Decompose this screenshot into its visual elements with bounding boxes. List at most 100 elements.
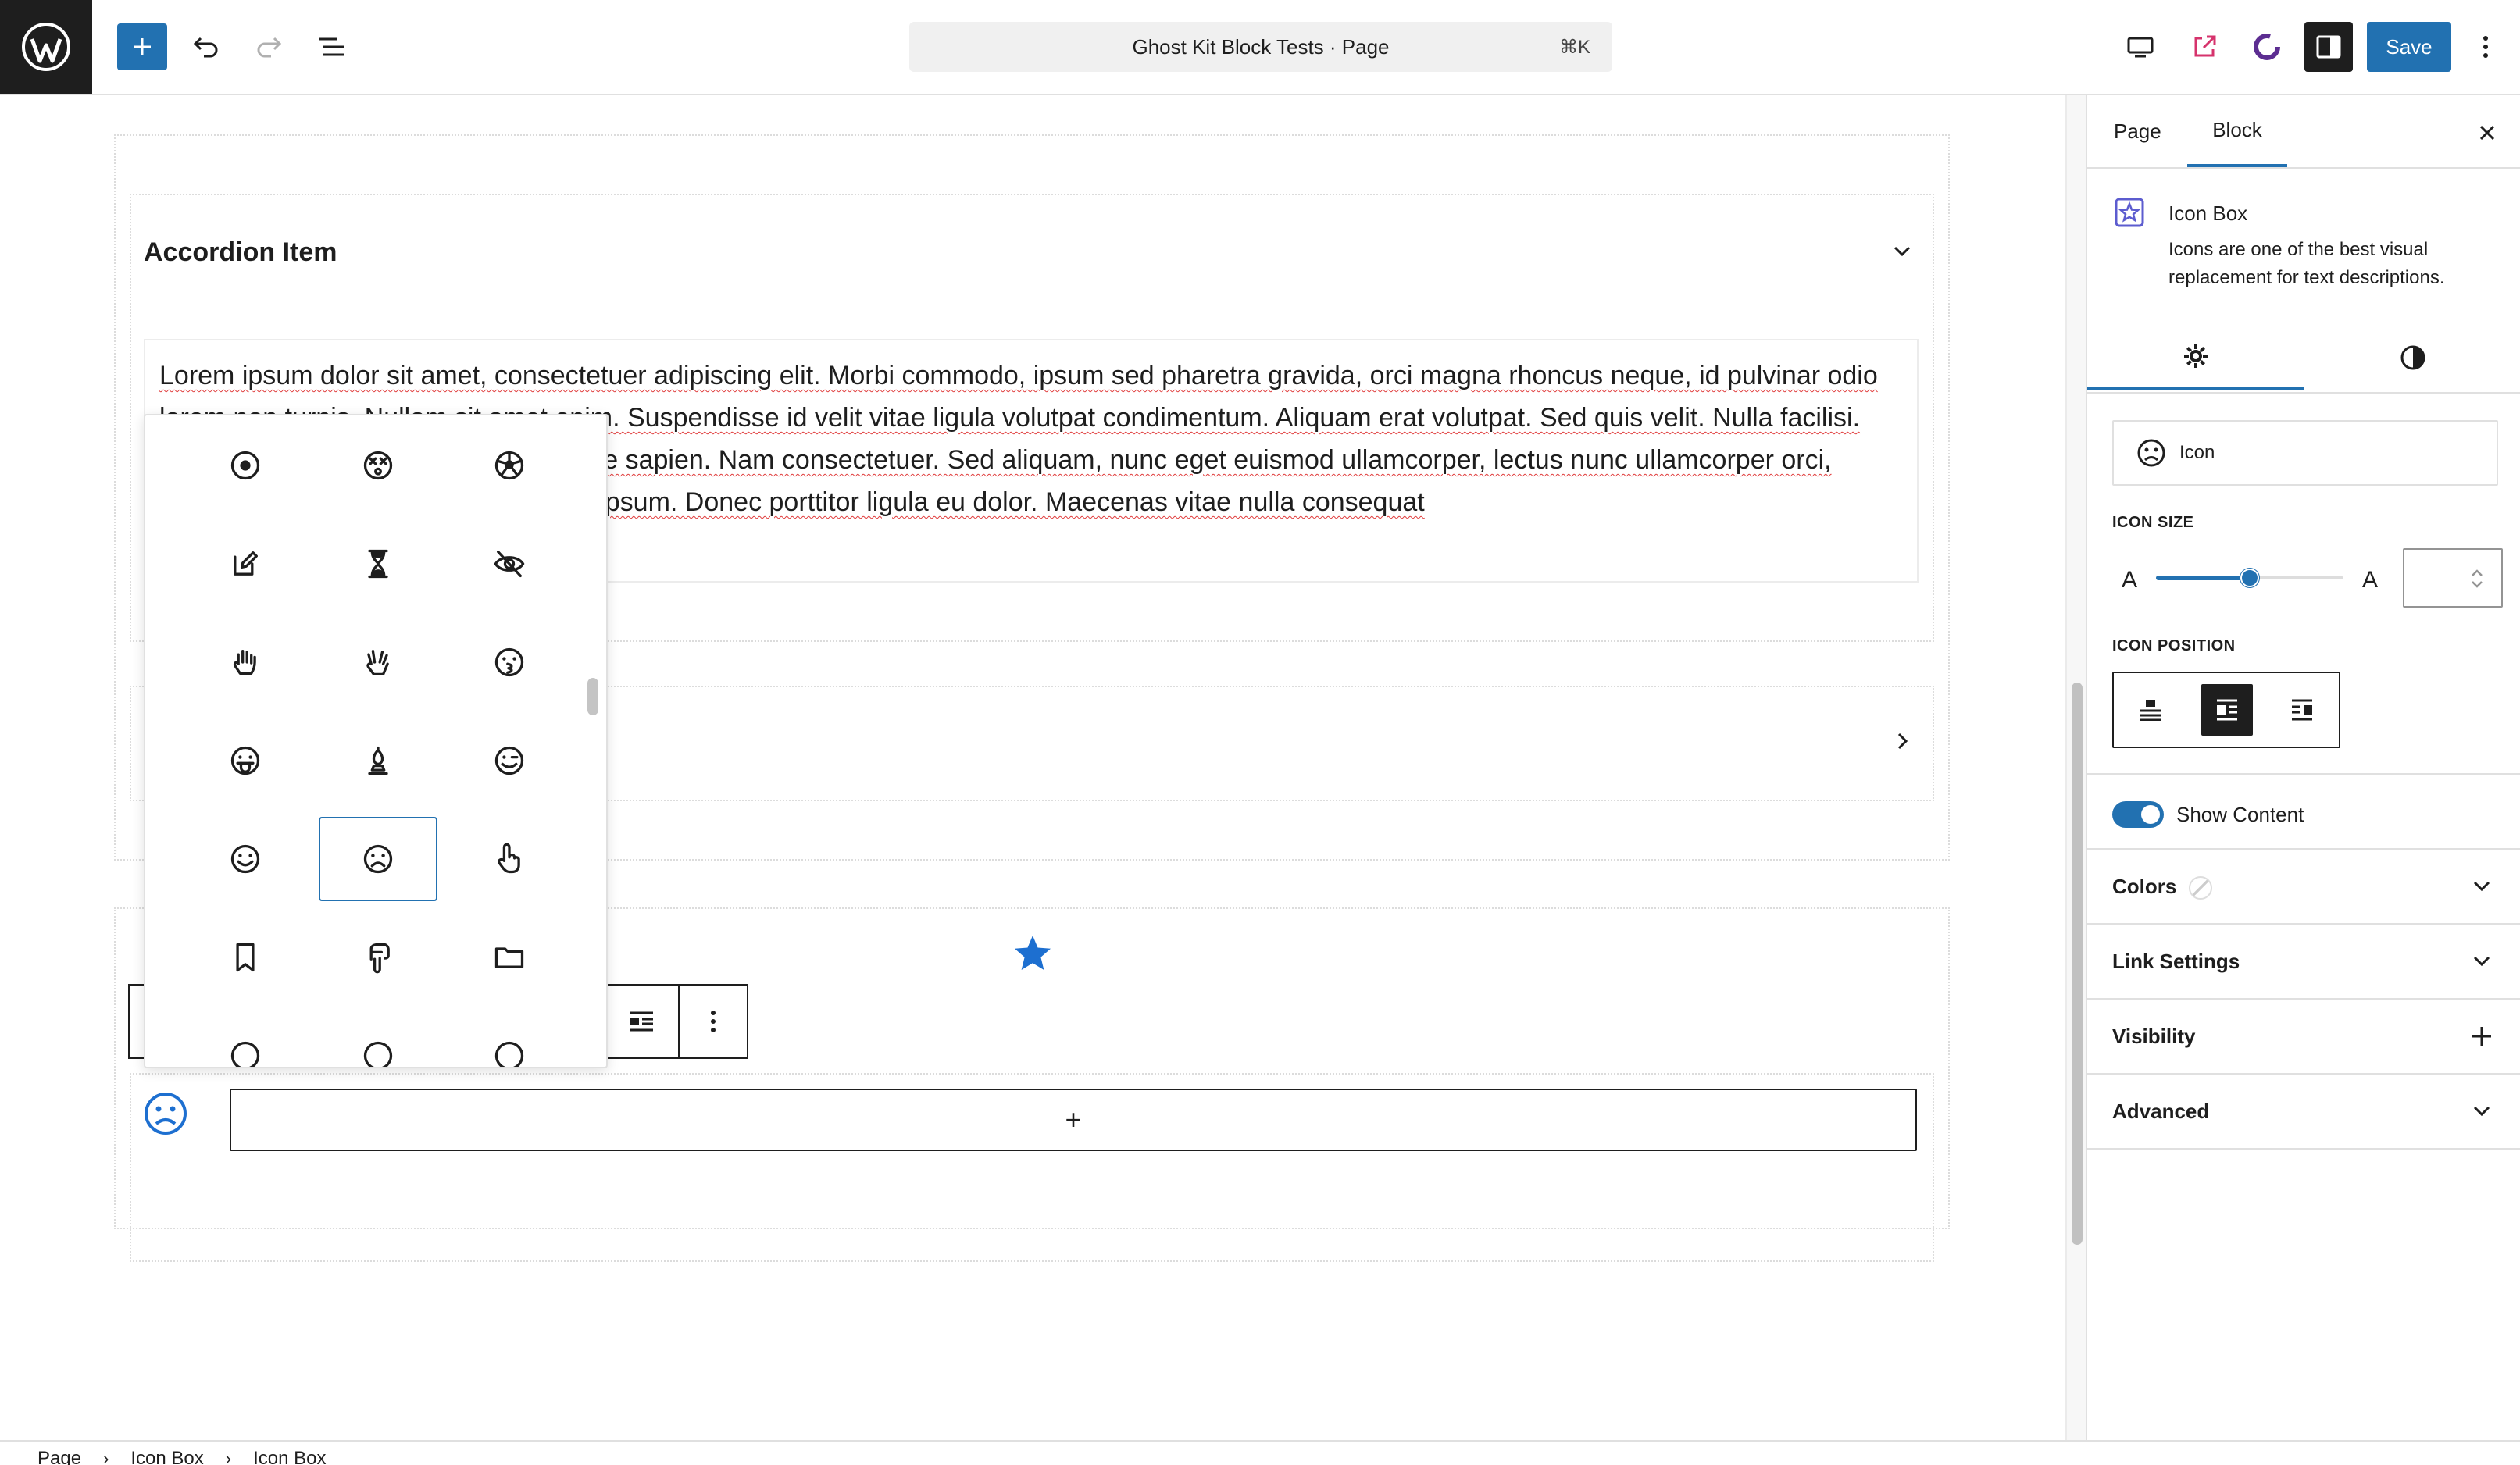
football-icon[interactable]	[450, 423, 569, 508]
tabs-divider	[2087, 167, 2520, 169]
position-top-button[interactable]	[2125, 684, 2176, 736]
kiss-face-icon[interactable]	[450, 620, 569, 704]
panel-title: Link Settings	[2112, 950, 2240, 973]
sidebar-icon	[2316, 35, 2341, 59]
show-content-label: Show Content	[2176, 803, 2304, 826]
chess-bishop-icon[interactable]	[319, 718, 437, 803]
frown-face-icon[interactable]	[142, 1090, 189, 1137]
panel-colors[interactable]: Colors	[2087, 850, 2520, 925]
add-block-button[interactable]	[117, 23, 167, 70]
undo-button[interactable]	[183, 23, 230, 70]
close-sidebar-button[interactable]	[2470, 116, 2504, 150]
hourglass-icon[interactable]	[319, 522, 437, 606]
folder-icon[interactable]	[450, 915, 569, 1000]
canvas-scrollbar-thumb[interactable]	[2072, 683, 2083, 1245]
grin-tongue-icon[interactable]	[186, 718, 305, 803]
color-swatch-indicator	[2189, 876, 2212, 900]
align-right-icon	[2292, 699, 2312, 721]
icon-size-slider-fill	[2156, 576, 2250, 580]
command-shortcut: ⌘K	[1558, 37, 1590, 58]
size-small-label: A	[2122, 567, 2138, 593]
panel-title: Visibility	[2112, 1025, 2196, 1048]
hand-pointer-icon[interactable]	[450, 817, 569, 901]
icon-size-input[interactable]	[2403, 548, 2503, 608]
align-left-icon	[2217, 699, 2237, 721]
command-palette-bar[interactable]: Ghost Kit Block Tests · Page ⌘K	[909, 22, 1612, 72]
panel-link-settings[interactable]: Link Settings	[2087, 925, 2520, 1000]
block-appender-button[interactable]: +	[230, 1089, 1917, 1151]
redo-icon	[257, 37, 282, 58]
settings-sidebar-button[interactable]	[2304, 22, 2353, 72]
pencil-ruler-icon[interactable]	[450, 1014, 569, 1067]
tab-styles[interactable]	[2304, 325, 2520, 390]
document-overview-button[interactable]	[308, 23, 355, 70]
bookmark-icon[interactable]	[186, 915, 305, 1000]
icon-picker-popover[interactable]	[144, 414, 608, 1068]
breadcrumb-item[interactable]: Icon Box	[130, 1448, 203, 1465]
hand-paper-icon[interactable]	[186, 620, 305, 704]
icon-position-group	[2112, 672, 2340, 748]
document-title: Ghost Kit Block Tests · Page	[1132, 34, 1390, 59]
hand-spock-icon[interactable]	[319, 620, 437, 704]
icon-field-label: Icon	[2179, 442, 2215, 463]
size-large-label: A	[2362, 567, 2379, 593]
icon-picker-scrollbar[interactable]	[587, 678, 598, 715]
save-button[interactable]: Save	[2367, 22, 2451, 72]
icon-size-slider-thumb[interactable]	[2240, 569, 2259, 587]
wordpress-logo-icon[interactable]	[0, 0, 92, 94]
breadcrumb-item[interactable]: Icon Box	[253, 1448, 326, 1465]
tag-icon[interactable]	[186, 1014, 305, 1067]
ghostkit-icon	[2254, 34, 2280, 60]
hand-point-down-icon[interactable]	[319, 915, 437, 1000]
breadcrumb-item[interactable]: Page	[37, 1448, 81, 1465]
smile-face-icon[interactable]	[186, 817, 305, 901]
tab-block[interactable]: Block	[2187, 95, 2287, 167]
panel-title: Advanced	[2112, 1100, 2210, 1123]
view-page-button[interactable]	[2181, 23, 2228, 70]
spinner-arrows-icon	[2472, 569, 2483, 588]
desktop-icon	[2127, 37, 2154, 58]
toolbar-options-button[interactable]	[678, 986, 747, 1057]
more-vertical-icon	[711, 1011, 716, 1032]
chevron-right-icon: ›	[225, 1449, 232, 1465]
position-right-button[interactable]	[2276, 684, 2328, 736]
show-content-toggle[interactable]	[2112, 801, 2164, 828]
chevron-down-icon	[2473, 881, 2490, 892]
external-link-icon	[2194, 35, 2216, 57]
edit-icon[interactable]	[186, 522, 305, 606]
eye-slash-icon[interactable]	[450, 522, 569, 606]
toolbar-icon-position-button[interactable]	[603, 986, 678, 1057]
list-view-icon	[319, 37, 344, 56]
ghostkit-button[interactable]	[2243, 23, 2290, 70]
options-menu-button[interactable]	[2462, 23, 2509, 70]
wink-face-icon[interactable]	[450, 718, 569, 803]
canvas-scrollbar[interactable]	[2065, 95, 2086, 1440]
plus-icon	[134, 38, 151, 55]
chevron-down-icon	[2473, 956, 2490, 967]
chevron-right-icon: ›	[103, 1449, 109, 1465]
tab-settings[interactable]	[2087, 325, 2304, 390]
block-card-title: Icon Box	[2168, 201, 2248, 225]
gear-icon	[2184, 344, 2208, 368]
frown-face-icon	[2137, 439, 2165, 467]
panel-advanced[interactable]: Advanced	[2087, 1075, 2520, 1150]
dizzy-face-icon[interactable]	[319, 423, 437, 508]
accordion-item-title[interactable]: Accordion Item	[144, 237, 337, 268]
appender-plus: +	[1065, 1103, 1082, 1135]
breadcrumb: Page › Icon Box › Icon Box	[37, 1448, 327, 1465]
chevron-down-icon[interactable]	[1890, 244, 1914, 259]
close-icon	[2479, 125, 2495, 141]
toggle-knob	[2141, 805, 2160, 824]
panel-visibility[interactable]: Visibility	[2087, 1000, 2520, 1075]
window-icon[interactable]	[319, 1014, 437, 1067]
icon-select-field[interactable]: Icon	[2112, 420, 2498, 486]
position-left-button[interactable]	[2201, 684, 2253, 736]
half-circle-icon	[2400, 345, 2425, 370]
star-outline-icon	[2114, 197, 2145, 228]
redo-button[interactable]	[245, 23, 292, 70]
preview-button[interactable]	[2117, 23, 2164, 70]
frown-face-icon[interactable]	[319, 817, 437, 901]
dot-circle-icon[interactable]	[186, 423, 305, 508]
align-left-icon	[630, 1011, 653, 1032]
chevron-right-icon[interactable]	[1890, 729, 1914, 753]
